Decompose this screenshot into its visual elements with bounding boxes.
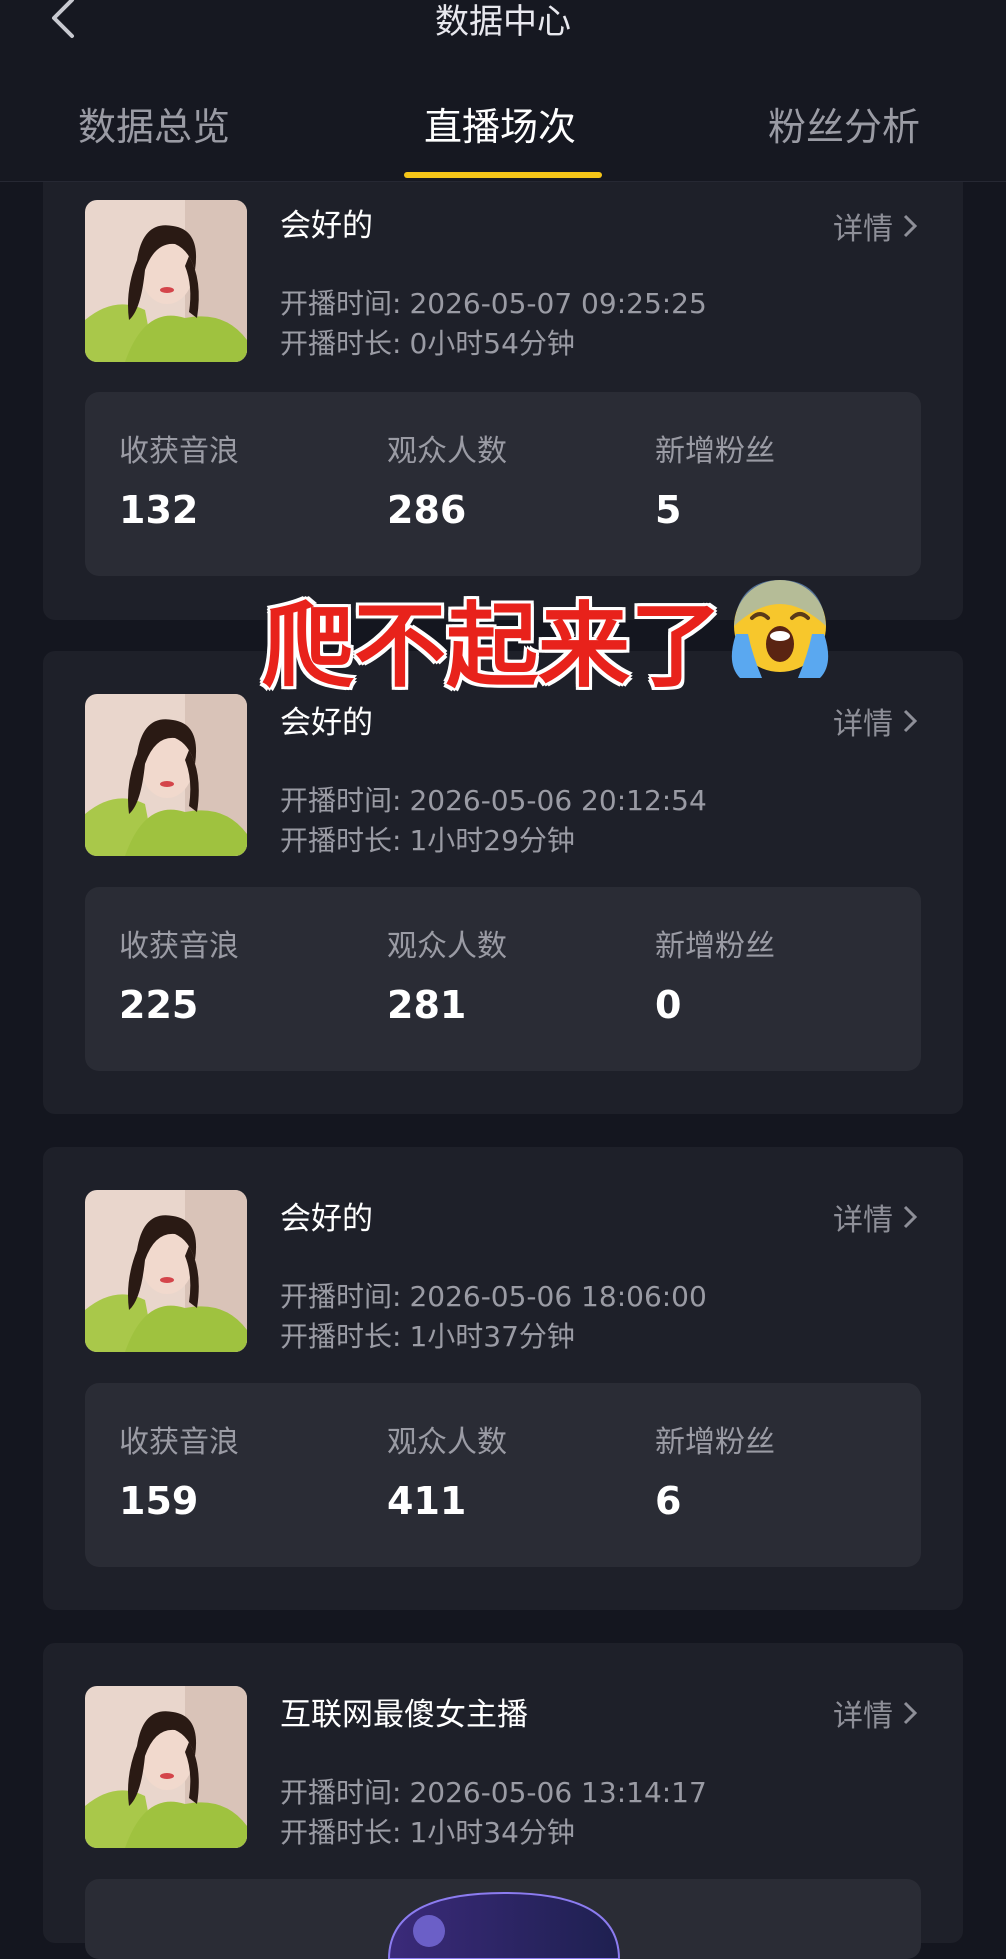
tab-overview[interactable]: 数据总览 [78, 96, 230, 151]
stat-fans-label: 新增粉丝 [655, 434, 775, 469]
avatar [85, 1686, 247, 1848]
duration-row: 开播时长: 1小时34分钟 [280, 1811, 575, 1851]
detail-link[interactable]: 详情 [833, 699, 919, 743]
stat-viewers-value: 411 [387, 1479, 467, 1523]
stat-fans-label: 新增粉丝 [655, 1425, 775, 1460]
duration-label: 开播时长: [280, 1816, 402, 1849]
tab-bar: 数据总览 直播场次 粉丝分析 [0, 96, 1006, 182]
start-time-label: 开播时间: [280, 287, 402, 320]
start-time-label: 开播时间: [280, 1776, 402, 1809]
start-time-value: 2026-05-06 20:12:54 [409, 784, 707, 817]
stats-panel: 收获音浪 159 观众人数 411 新增粉丝 6 [85, 1383, 921, 1567]
stat-viewers: 观众人数 411 [387, 1417, 507, 1523]
stat-income-label: 收获音浪 [119, 434, 239, 469]
duration-label: 开播时长: [280, 824, 402, 857]
start-time-value: 2026-05-07 09:25:25 [409, 287, 707, 320]
stat-viewers-value: 286 [387, 488, 467, 532]
floating-badge-icon [387, 1891, 621, 1959]
stats-panel: 收获音浪 132 观众人数 286 新增粉丝 5 [85, 392, 921, 576]
stat-income-label: 收获音浪 [119, 929, 239, 964]
overlay-caption: 爬不起来了 [262, 593, 723, 700]
stat-fans-value: 6 [655, 1479, 682, 1523]
stat-fans: 新增粉丝 5 [655, 426, 775, 532]
session-title: 会好的 [280, 208, 373, 244]
chevron-right-icon [903, 214, 918, 238]
tab-fan-analysis[interactable]: 粉丝分析 [768, 96, 920, 151]
stat-viewers: 观众人数 281 [387, 921, 507, 1027]
session-title: 会好的 [280, 1201, 373, 1237]
duration-value: 0小时54分钟 [409, 327, 575, 360]
detail-label: 详情 [833, 212, 893, 247]
session-card[interactable]: 会好的 详情 开播时间: 2026-05-06 20:12:54 开播时长: 1小时… [43, 651, 963, 1114]
session-card[interactable]: 会好的 详情 开播时间: 2026-05-06 18:06:00 开播时长: 1小时… [43, 1147, 963, 1610]
duration-row: 开播时长: 1小时29分钟 [280, 819, 575, 859]
session-card[interactable]: 会好的 详情 开播时间: 2026-05-07 09:25:25 开播时长: 0小时… [43, 162, 963, 620]
stat-fans-label: 新增粉丝 [655, 929, 775, 964]
avatar [85, 694, 247, 856]
stat-income: 收获音浪 132 [119, 426, 239, 532]
start-time-row: 开播时间: 2026-05-06 18:06:00 [280, 1275, 707, 1315]
stat-income-value: 225 [119, 983, 199, 1027]
stat-fans-value: 5 [655, 488, 682, 532]
page-title: 数据中心 [435, 2, 571, 42]
start-time-row: 开播时间: 2026-05-06 13:14:17 [280, 1771, 707, 1811]
stat-income-label: 收获音浪 [119, 1425, 239, 1460]
header-divider [0, 181, 1006, 182]
detail-label: 详情 [833, 707, 893, 742]
stat-income: 收获音浪 159 [119, 1417, 239, 1523]
duration-value: 1小时29分钟 [409, 824, 575, 857]
active-tab-indicator [404, 172, 602, 178]
app-header: 数据中心 数据总览 直播场次 粉丝分析 [0, 0, 1006, 182]
stat-fans: 新增粉丝 0 [655, 921, 775, 1027]
chevron-right-icon [903, 1701, 918, 1725]
crying-face-emoji-icon [731, 580, 829, 678]
stats-panel [85, 1879, 921, 1959]
duration-label: 开播时长: [280, 327, 402, 360]
start-time-label: 开播时间: [280, 784, 402, 817]
start-time-value: 2026-05-06 18:06:00 [409, 1280, 707, 1313]
avatar [85, 200, 247, 362]
start-time-row: 开播时间: 2026-05-07 09:25:25 [280, 282, 707, 322]
stat-income-value: 159 [119, 1479, 199, 1523]
avatar [85, 1190, 247, 1352]
session-title: 互联网最傻女主播 [280, 1697, 528, 1733]
stat-viewers-label: 观众人数 [387, 1425, 507, 1460]
stat-income: 收获音浪 225 [119, 921, 239, 1027]
duration-row: 开播时长: 1小时37分钟 [280, 1315, 575, 1355]
tab-live-sessions[interactable]: 直播场次 [424, 96, 576, 151]
duration-row: 开播时长: 0小时54分钟 [280, 322, 575, 362]
stat-fans-value: 0 [655, 983, 682, 1027]
chevron-right-icon [903, 1205, 918, 1229]
start-time-row: 开播时间: 2026-05-06 20:12:54 [280, 779, 707, 819]
stat-viewers-value: 281 [387, 983, 467, 1027]
stats-panel: 收获音浪 225 观众人数 281 新增粉丝 0 [85, 887, 921, 1071]
stat-viewers: 观众人数 286 [387, 426, 507, 532]
stat-viewers-label: 观众人数 [387, 929, 507, 964]
detail-link[interactable]: 详情 [833, 1195, 919, 1239]
session-card[interactable]: 互联网最傻女主播 详情 开播时间: 2026-05-06 13:14:17 开播时… [43, 1643, 963, 1959]
start-time-value: 2026-05-06 13:14:17 [409, 1776, 707, 1809]
stat-income-value: 132 [119, 488, 199, 532]
chevron-right-icon [903, 709, 918, 733]
detail-link[interactable]: 详情 [833, 204, 919, 248]
detail-label: 详情 [833, 1699, 893, 1734]
duration-value: 1小时34分钟 [409, 1816, 575, 1849]
duration-value: 1小时37分钟 [409, 1320, 575, 1353]
duration-label: 开播时长: [280, 1320, 402, 1353]
detail-link[interactable]: 详情 [833, 1691, 919, 1735]
start-time-label: 开播时间: [280, 1280, 402, 1313]
detail-label: 详情 [833, 1203, 893, 1238]
stat-viewers-label: 观众人数 [387, 434, 507, 469]
stat-fans: 新增粉丝 6 [655, 1417, 775, 1523]
